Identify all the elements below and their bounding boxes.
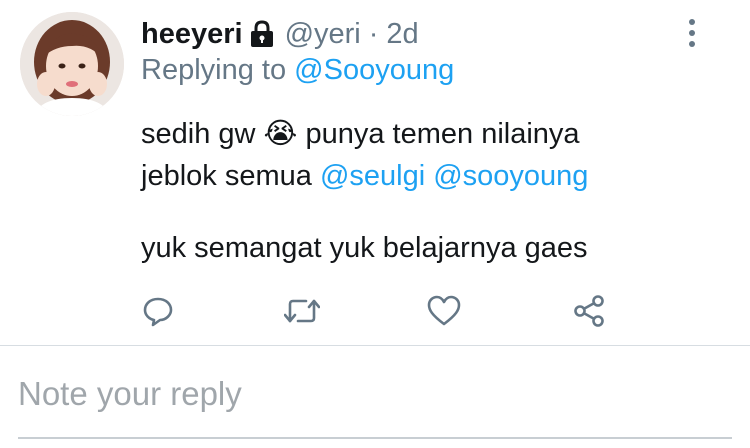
- avatar[interactable]: [20, 12, 124, 116]
- timestamp[interactable]: 2d: [386, 18, 418, 51]
- heart-icon[interactable]: [424, 291, 464, 331]
- mention-sooyoung[interactable]: @sooyoung: [433, 160, 588, 192]
- tweet-actions: [0, 291, 750, 331]
- tweet-line-1: sedih gw 😭 punya temen nilainya: [141, 112, 588, 155]
- line2-text: jeblok semua: [141, 160, 312, 192]
- tweet-line-3: yuk semangat yuk belajarnya gaes: [141, 232, 588, 264]
- reply-composer: [18, 370, 732, 418]
- display-name[interactable]: heeyeri: [141, 18, 243, 51]
- replying-to-mention[interactable]: @Sooyoung: [294, 54, 454, 86]
- line1-rest: punya temen nilainya: [305, 118, 580, 150]
- divider: [0, 345, 750, 346]
- username-handle[interactable]: @yeri: [285, 18, 361, 51]
- reply-underline: [18, 437, 732, 439]
- share-icon[interactable]: [569, 291, 609, 331]
- retweet-icon[interactable]: [282, 291, 322, 331]
- reply-icon[interactable]: [138, 291, 178, 331]
- replying-to: Replying to @Sooyoung: [141, 54, 454, 87]
- separator-dot: ·: [368, 17, 379, 50]
- lock-icon: [249, 20, 275, 48]
- mention-seulgi[interactable]: @seulgi: [320, 160, 425, 192]
- tweet-card: heeyeri @yeri · 2d Replying to @Sooyoung…: [0, 0, 750, 345]
- line1-text: sedih gw: [141, 118, 256, 150]
- reply-input[interactable]: [18, 370, 732, 418]
- more-vertical-icon[interactable]: [680, 16, 704, 50]
- crying-face-emoji: 😭: [263, 116, 298, 150]
- tweet-header: heeyeri @yeri · 2d: [141, 14, 419, 54]
- tweet-body: sedih gw 😭 punya temen nilainya jeblok s…: [141, 112, 588, 269]
- tweet-line-2: jeblok semua @seulgi @sooyoung: [141, 155, 588, 197]
- replying-prefix: Replying to: [141, 54, 287, 86]
